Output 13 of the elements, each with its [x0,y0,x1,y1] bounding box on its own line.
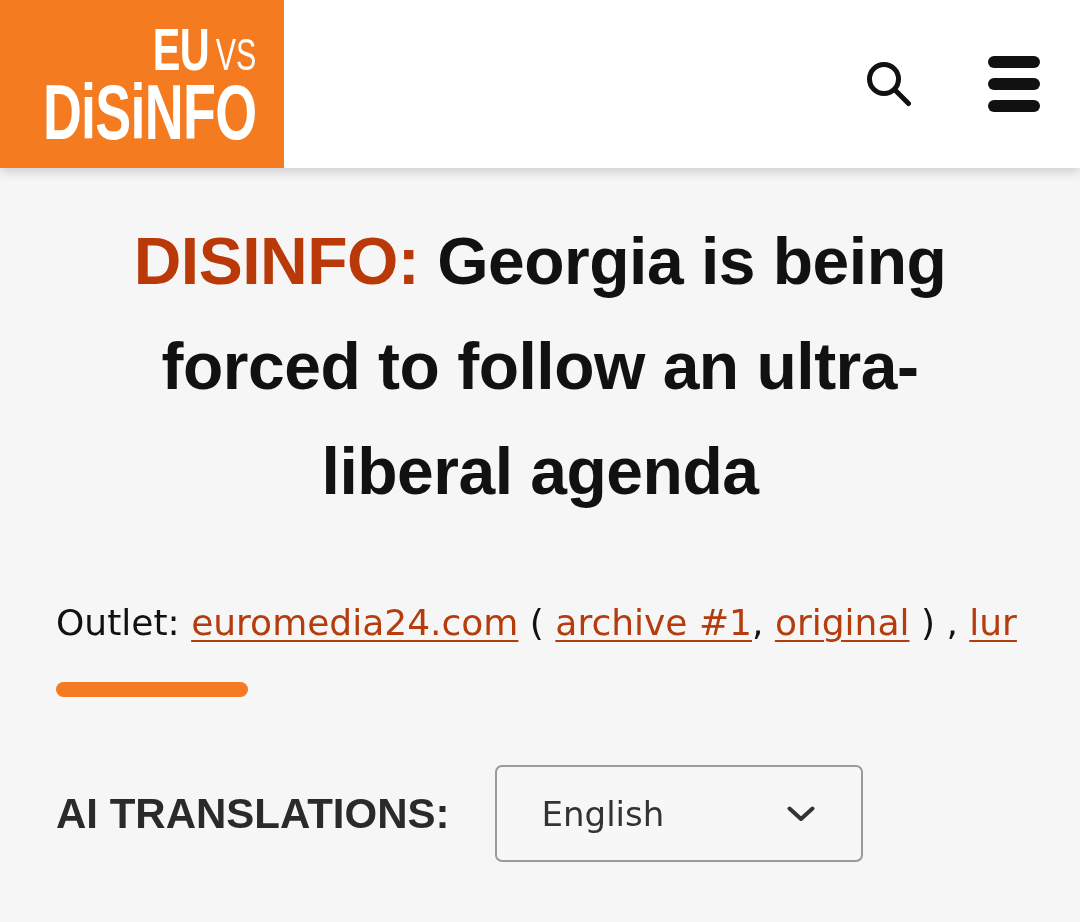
site-logo[interactable]: EU VS DiSiNFO [0,0,284,168]
chevron-down-icon [786,805,815,822]
outlet-line: Outlet: euromedia24.com ( archive #1, original ) , lur [56,601,1018,645]
scrollbar-thumb[interactable] [56,682,248,697]
search-icon[interactable] [866,61,912,107]
outlet-link[interactable]: original [774,602,910,643]
outlet-link[interactable]: euromedia24.com [191,602,519,643]
headline: DISINFO: Georgia is being forced to follow an ultra-liberal agenda [132,223,948,510]
outlet-link[interactable]: archive #1 [555,602,752,643]
outlet-link[interactable]: lur [969,602,1017,643]
menu-icon[interactable] [988,56,1040,112]
translations-label: AI TRANSLATIONS: [56,789,450,838]
language-select[interactable]: English [494,765,863,862]
